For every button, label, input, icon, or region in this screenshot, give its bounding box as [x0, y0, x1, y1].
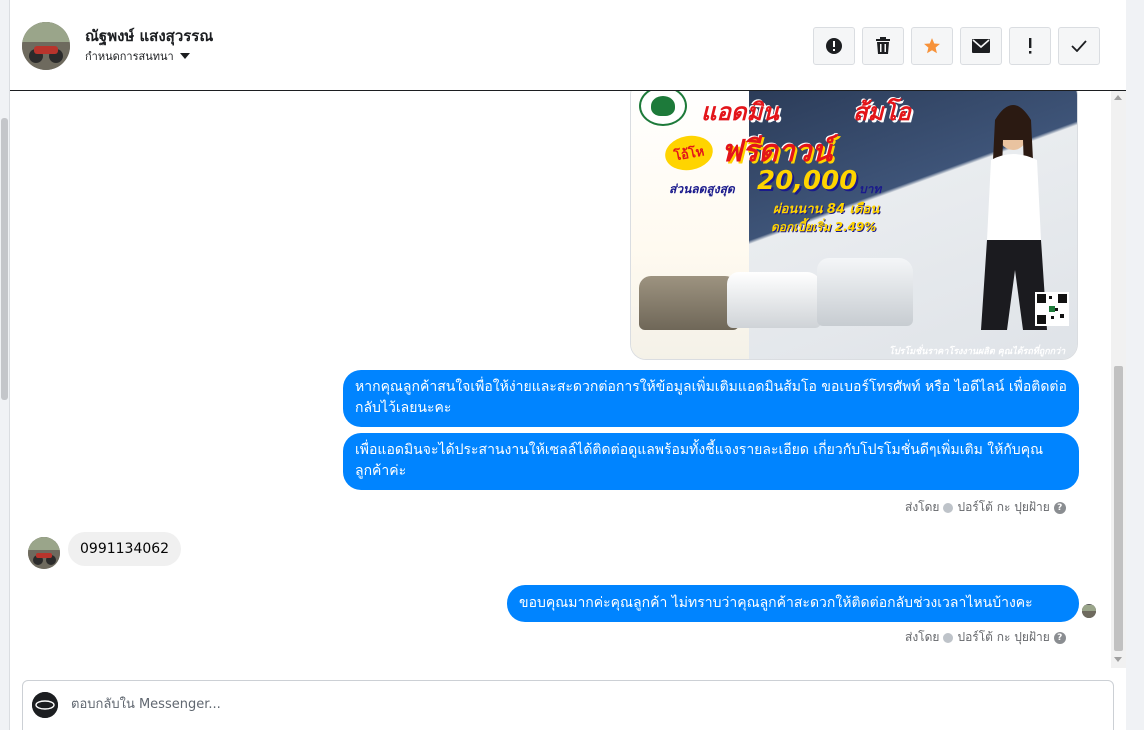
message-bubble-outgoing[interactable]: เพื่อแอดมินจะได้ประสานงานให้เซลล์ได้ติดต…	[343, 433, 1079, 490]
promo-discount-value: 20,000	[757, 166, 858, 196]
thread-scrollbar[interactable]	[1111, 91, 1126, 668]
alert-circle-icon	[826, 38, 842, 54]
conversation-header: ณัฐพงษ์ แสงสุวรรณ กำหนดการสนทนา	[10, 0, 1126, 91]
right-panel-edge	[1126, 0, 1144, 730]
promo-title-left: แอดมิน	[701, 98, 779, 126]
contact-avatar-small[interactable]	[28, 537, 60, 569]
message-thread[interactable]: แอดมิน ส้มโอ โอ้โห ฟรีดาวน์ ส่วนลดสูงสุด…	[10, 91, 1126, 668]
left-scrollbar-thumb[interactable]	[1, 118, 8, 400]
promo-installment: ผ่อนนาน 84 เดือน	[773, 202, 880, 217]
promo-discount-label: ส่วนลดสูงสุด	[669, 182, 735, 196]
promo-title-right: ส้มโอ	[853, 98, 911, 126]
promo-image[interactable]: แอดมิน ส้มโอ โอ้โห ฟรีดาวน์ ส่วนลดสูงสุด…	[630, 91, 1078, 360]
promo-car-sedan	[639, 276, 739, 330]
sent-by-prefix: ส่งโดย	[905, 500, 940, 514]
seen-indicator-avatar	[1082, 604, 1096, 618]
assign-conversation-dropdown[interactable]: กำหนดการสนทนา	[85, 47, 190, 65]
follow-up-button[interactable]	[1009, 27, 1051, 65]
promo-discount-unit: บาท	[859, 182, 882, 196]
help-icon[interactable]: ?	[1053, 631, 1066, 644]
mark-done-button[interactable]	[1058, 27, 1100, 65]
trash-icon	[876, 37, 890, 54]
mark-spam-button[interactable]	[813, 27, 855, 65]
message-bubble-outgoing[interactable]: ขอบคุณมากค่ะคุณลูกค้า ไม่ทราบว่าคุณลูกค้…	[507, 585, 1079, 622]
sent-by-agent[interactable]: ปอร์โต้ กะ ปุยฝ้าย	[957, 628, 1049, 647]
mail-icon	[972, 39, 990, 53]
contact-avatar[interactable]	[22, 22, 70, 70]
promo-car-pickup	[727, 272, 821, 328]
mark-unread-button[interactable]	[960, 27, 1002, 65]
conversation-toolbar	[813, 27, 1100, 65]
sent-by-label: ส่งโดย ปอร์โต้ กะ ปุยฝ้าย ?	[905, 498, 1066, 517]
promo-interest: ดอกเบี้ยเริ่ม 2.49%	[771, 220, 877, 234]
star-icon	[924, 38, 940, 54]
help-icon[interactable]: ?	[1053, 501, 1066, 514]
exclamation-icon	[1029, 38, 1032, 54]
message-bubble-outgoing[interactable]: หากคุณลูกค้าสนใจเพื่อให้ง่ายและสะดวกต่อก…	[343, 370, 1079, 427]
sent-by-label: ส่งโดย ปอร์โต้ กะ ปุยฝ้าย ?	[905, 628, 1066, 647]
promo-qr-code	[1035, 292, 1069, 326]
scroll-down-arrow-icon[interactable]	[1114, 657, 1122, 662]
contact-name[interactable]: ณัฐพงษ์ แสงสุวรรณ	[85, 24, 213, 48]
star-button[interactable]	[911, 27, 953, 65]
message-bubble-incoming[interactable]: 0991134062	[68, 532, 182, 566]
check-icon	[1071, 40, 1087, 52]
left-scrollbar[interactable]	[0, 0, 10, 730]
page-avatar	[32, 692, 58, 718]
sent-by-agent[interactable]: ปอร์โต้ กะ ปุยฝ้าย	[957, 498, 1049, 517]
sent-by-prefix: ส่งโดย	[905, 630, 940, 644]
thread-scrollbar-thumb[interactable]	[1114, 366, 1123, 651]
verified-icon	[943, 502, 954, 513]
scroll-up-arrow-icon[interactable]	[1114, 95, 1122, 100]
reply-composer[interactable]	[22, 680, 1114, 730]
promo-car-truck	[817, 258, 913, 326]
promo-footer: โปรโมชั่นราคาโรงงานผลิต คุณได้รถที่ถูกกว…	[889, 347, 1066, 357]
assign-conversation-label: กำหนดการสนทนา	[85, 50, 174, 63]
verified-icon	[943, 632, 954, 643]
caret-down-icon	[179, 53, 190, 59]
delete-button[interactable]	[862, 27, 904, 65]
reply-input[interactable]	[71, 693, 1071, 715]
